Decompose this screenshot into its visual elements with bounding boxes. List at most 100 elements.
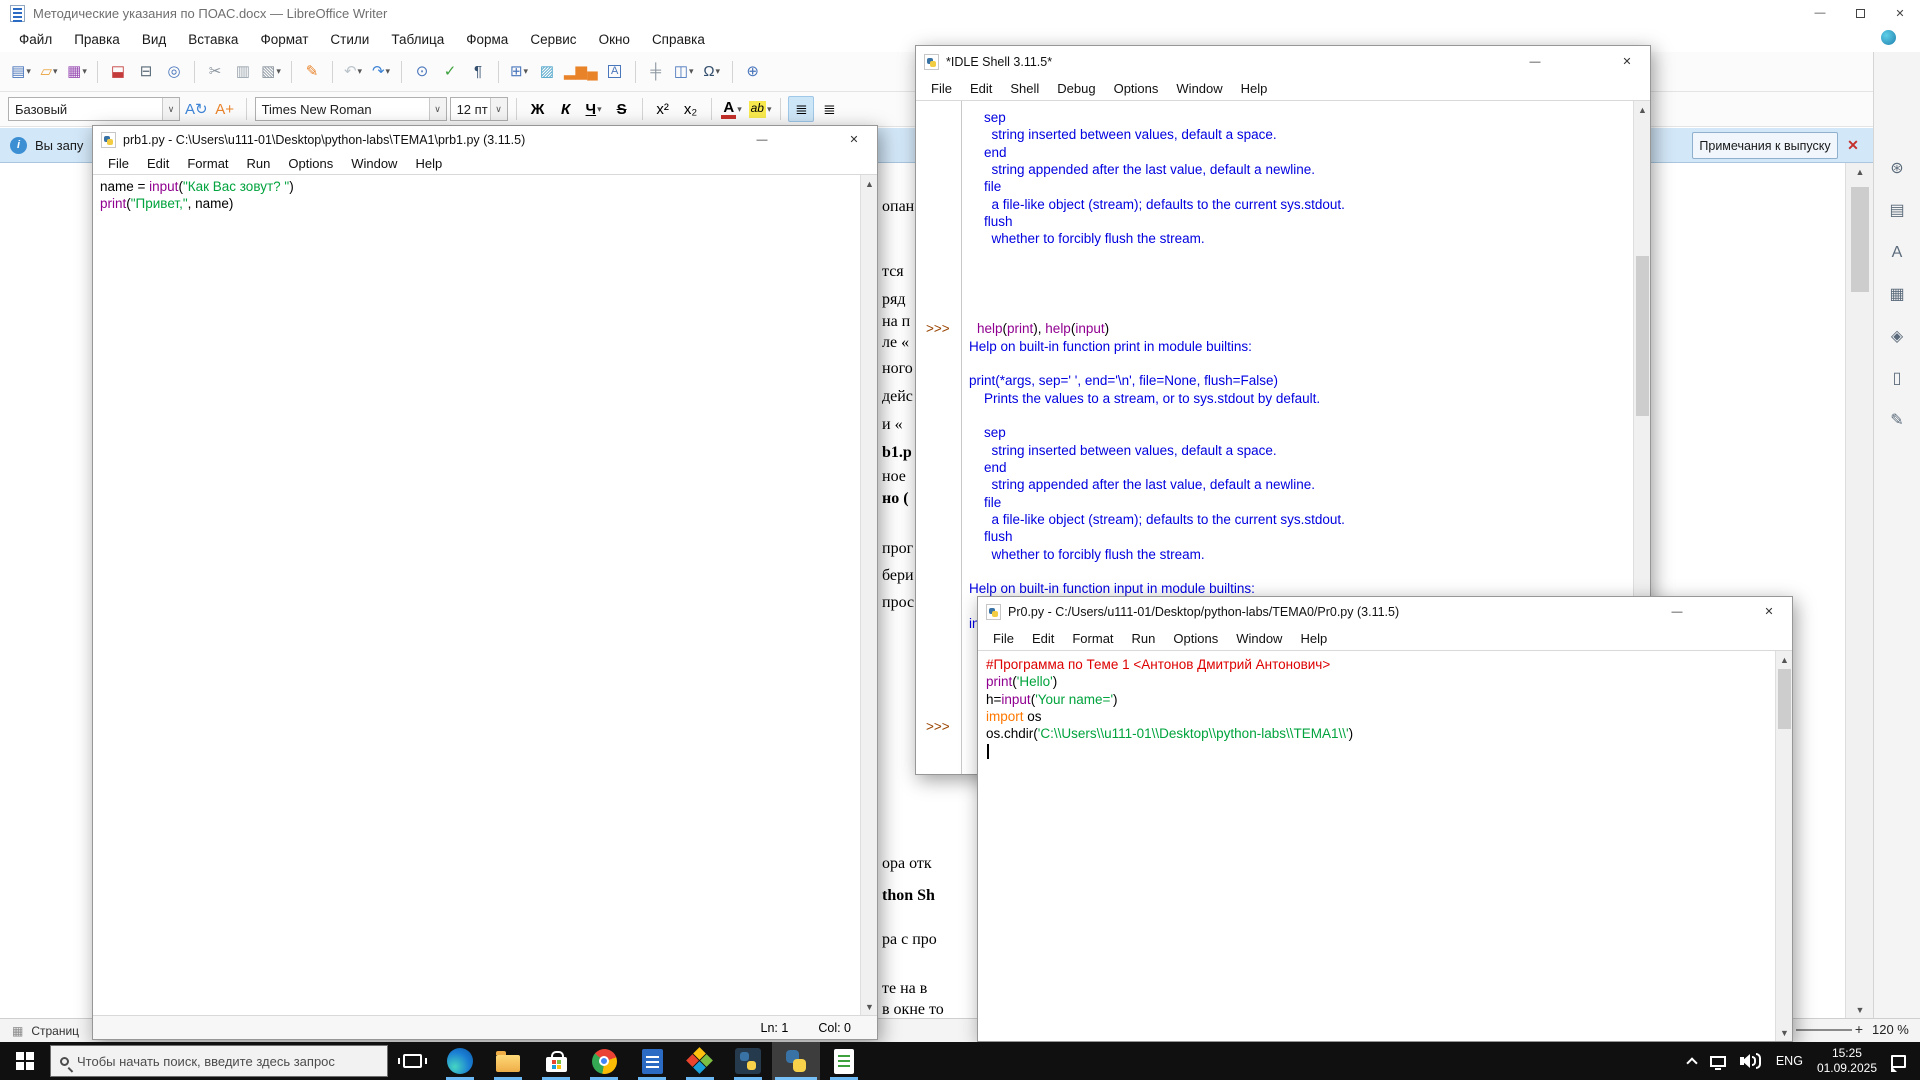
taskbar-chrome-button[interactable] xyxy=(580,1042,628,1080)
pr0-titlebar[interactable]: Pr0.py - C:/Users/u111-01/Desktop/python… xyxy=(978,597,1792,626)
lo-menu-item-3[interactable]: Вставка xyxy=(177,29,249,50)
dropdown-arrow-icon[interactable]: ▾ xyxy=(716,66,721,77)
pr0-minimize-button[interactable]: — xyxy=(1654,597,1700,626)
dropdown-arrow-icon[interactable]: ▾ xyxy=(82,66,87,77)
zoom-slider[interactable] xyxy=(1796,1029,1852,1031)
shell-menu-item-4[interactable]: Options xyxy=(1105,79,1168,98)
shell-menu-item-5[interactable]: Window xyxy=(1167,79,1231,98)
font-name-combo[interactable]: Times New Roman ∨ xyxy=(254,97,447,121)
action-center-icon[interactable] xyxy=(1891,1054,1906,1072)
toolbar-paste-button[interactable]: ▧ ▾ xyxy=(258,59,284,85)
pr0-scrollbar[interactable]: ▲ ▼ xyxy=(1775,651,1792,1041)
toolbar-print-preview-button[interactable]: ◎ xyxy=(161,59,187,85)
pr0-maximize-button[interactable] xyxy=(1700,597,1746,626)
dropdown-arrow-icon[interactable]: ▾ xyxy=(26,66,31,77)
pr0-menu-item-4[interactable]: Options xyxy=(1164,629,1227,648)
lo-menu-item-2[interactable]: Вид xyxy=(131,29,177,50)
scroll-down-icon[interactable]: ▼ xyxy=(861,998,878,1015)
network-icon[interactable] xyxy=(1709,1055,1726,1070)
prb1-menu-item-2[interactable]: Format xyxy=(178,154,237,173)
scroll-up-icon[interactable]: ▲ xyxy=(1846,163,1874,180)
chevron-down-icon[interactable]: ∨ xyxy=(162,98,179,120)
chevron-down-icon[interactable]: ∨ xyxy=(489,98,507,120)
toolbar-update-style-button[interactable]: A↻ xyxy=(183,96,210,122)
sidebar-sidebar-styles-button[interactable]: A xyxy=(1884,240,1910,266)
lo-menu-item-1[interactable]: Правка xyxy=(63,29,131,50)
toolbar-font-color-button[interactable]: А ▾ xyxy=(719,96,745,122)
taskbar-edge-button[interactable] xyxy=(436,1042,484,1080)
toolbar-insert-special-character-button[interactable]: Ω ▾ xyxy=(699,59,725,85)
toolbar-save-button[interactable]: ▦ ▾ xyxy=(64,59,90,85)
lo-scrollbar-thumb[interactable] xyxy=(1851,187,1869,292)
dropdown-arrow-icon[interactable]: ▾ xyxy=(276,66,281,77)
toolbar-insert-page-break-button[interactable]: ╪ xyxy=(643,59,669,85)
toolbar-print-button[interactable]: ⊟ xyxy=(133,59,159,85)
prb1-menu-item-5[interactable]: Window xyxy=(342,154,406,173)
toolbar-undo-button[interactable]: ↶ ▾ xyxy=(340,59,366,85)
infobar-close-icon[interactable]: ✕ xyxy=(1844,136,1862,154)
scroll-up-icon[interactable]: ▲ xyxy=(1776,651,1793,668)
sidebar-sidebar-properties-button[interactable]: ▤ xyxy=(1884,198,1910,224)
toolbar-align-left-button[interactable]: ≣ xyxy=(788,96,815,122)
prb1-scrollbar[interactable]: ▲ ▼ xyxy=(860,175,877,1015)
prb1-menu-item-4[interactable]: Options xyxy=(279,154,342,173)
pr0-menu-item-0[interactable]: File xyxy=(984,629,1023,648)
dropdown-arrow-icon[interactable]: ▾ xyxy=(689,66,694,77)
prb1-code-area[interactable]: name = input("Как Вас зовут? ") print("Пр… xyxy=(93,175,877,1015)
toolbar-formatting-marks-button[interactable]: ¶ xyxy=(465,59,491,85)
lo-menu-item-4[interactable]: Формат xyxy=(249,29,319,50)
dropdown-arrow-icon[interactable]: ▾ xyxy=(597,104,602,115)
toolbar-insert-textbox-button[interactable]: A xyxy=(602,59,628,85)
toolbar-open-file-button[interactable]: ▱ ▾ xyxy=(36,59,62,85)
shell-menu-item-3[interactable]: Debug xyxy=(1048,79,1104,98)
lo-menu-item-8[interactable]: Сервис xyxy=(519,29,587,50)
shell-menu-item-1[interactable]: Edit xyxy=(961,79,1001,98)
toolbar-italic-button[interactable]: К xyxy=(553,96,579,122)
toolbar-bold-button[interactable]: Ж xyxy=(525,96,551,122)
toolbar-cut-button[interactable]: ✂ xyxy=(202,59,228,85)
toolbar-redo-button[interactable]: ↷ ▾ xyxy=(368,59,394,85)
dropdown-arrow-icon[interactable]: ▾ xyxy=(767,104,772,115)
toolbar-align-center-button[interactable]: ≣ xyxy=(816,96,842,122)
toolbar-copy-button[interactable]: ▥ xyxy=(230,59,256,85)
dropdown-arrow-icon[interactable]: ▾ xyxy=(386,66,391,77)
toolbar-new-document-button[interactable]: ▤ ▾ xyxy=(8,59,34,85)
sidebar-sidebar-navigator-button[interactable]: ◈ xyxy=(1884,324,1910,350)
hidden-icons-chevron-icon[interactable] xyxy=(1686,1056,1698,1069)
sidebar-sidebar-settings-button[interactable]: ⊛ xyxy=(1884,156,1910,182)
pr0-menu-item-6[interactable]: Help xyxy=(1291,629,1336,648)
shell-maximize-button[interactable] xyxy=(1558,46,1604,77)
toolbar-insert-hyperlink-button[interactable]: ⊕ xyxy=(740,59,766,85)
scroll-down-icon[interactable]: ▼ xyxy=(1846,1001,1874,1018)
lo-minimize-button[interactable]: — xyxy=(1800,0,1840,26)
task-view-button[interactable] xyxy=(388,1042,436,1080)
toolbar-strikethrough-button[interactable]: S xyxy=(609,96,635,122)
shell-scrollbar-thumb[interactable] xyxy=(1636,256,1649,416)
sidebar-sidebar-track-changes-button[interactable]: ✎ xyxy=(1884,408,1910,434)
pr0-code-area[interactable]: #Программа по Теме 1 <Антонов Дмитрий Ан… xyxy=(978,651,1792,1041)
dropdown-arrow-icon[interactable]: ▾ xyxy=(53,66,58,77)
lo-menu-item-5[interactable]: Стили xyxy=(319,29,380,50)
toolbar-superscript-button[interactable]: x² xyxy=(650,96,676,122)
shell-menu-item-6[interactable]: Help xyxy=(1232,79,1277,98)
toolbar-insert-table-button[interactable]: ⊞ ▾ xyxy=(506,59,532,85)
lo-maximize-button[interactable] xyxy=(1840,0,1880,26)
taskbar-explorer-button[interactable] xyxy=(484,1042,532,1080)
toolbar-underline-button[interactable]: Ч ▾ xyxy=(581,96,607,122)
scroll-up-icon[interactable]: ▲ xyxy=(861,175,878,192)
prb1-maximize-button[interactable] xyxy=(785,126,831,153)
toolbar-spelling-check-button[interactable]: ✓ xyxy=(437,59,463,85)
sidebar-sidebar-gallery-button[interactable]: ▦ xyxy=(1884,282,1910,308)
toolbar-clone-formatting-button[interactable]: ✎ xyxy=(299,59,325,85)
shell-menu-item-0[interactable]: File xyxy=(922,79,961,98)
taskbar-office-button[interactable] xyxy=(676,1042,724,1080)
prb1-titlebar[interactable]: prb1.py - C:\Users\u111-01\Desktop\pytho… xyxy=(93,126,877,153)
pr0-menu-item-2[interactable]: Format xyxy=(1063,629,1122,648)
chevron-down-icon[interactable]: ∨ xyxy=(428,98,446,120)
toolbar-insert-field-button[interactable]: ◫ ▾ xyxy=(671,59,697,85)
taskbar-writer-button[interactable] xyxy=(628,1042,676,1080)
pr0-close-button[interactable]: ✕ xyxy=(1746,597,1792,626)
dropdown-arrow-icon[interactable]: ▾ xyxy=(737,104,742,115)
lo-vertical-scrollbar[interactable]: ▲ ▼ xyxy=(1845,163,1873,1018)
pr0-menu-item-5[interactable]: Window xyxy=(1227,629,1291,648)
